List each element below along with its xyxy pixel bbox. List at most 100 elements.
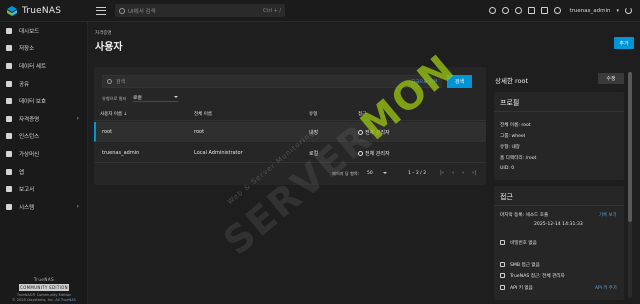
truenas-access-icon: [500, 273, 505, 278]
detail-title: 상세한 root: [495, 77, 529, 85]
table-row[interactable]: root root 내장 전체 관리자: [94, 122, 486, 142]
first-page-icon[interactable]: |‹: [440, 170, 444, 176]
search-icon: [107, 79, 112, 84]
history-link[interactable]: 기록 보기: [599, 212, 617, 218]
sidebar-item-label: 공유: [19, 81, 30, 88]
search-shortcut: Ctrl + /: [263, 7, 281, 14]
sidebar-item[interactable]: 저장소: [0, 40, 87, 58]
column-full-name[interactable]: 전체 이름: [194, 111, 212, 117]
sidebar-nav: 대시보드저장소데이터 세트공유데이터 보호자격증명 › 인스턴스가상머신 앱보고서시스…: [0, 22, 87, 216]
profile-group: 그룹: wheel: [500, 134, 526, 139]
edit-button[interactable]: 수정: [598, 73, 624, 84]
sidebar-item-label: 시스템: [19, 204, 35, 211]
sidebar-item[interactable]: 공유: [0, 75, 87, 93]
footer-copyright: © 2025 iXsystems, Inc. All TrueNAS: [0, 298, 88, 302]
sidebar-item[interactable]: 데이터 보호: [0, 92, 87, 110]
add-user-button[interactable]: 추가: [614, 37, 634, 49]
add-api-key-link[interactable]: API 키 추가: [595, 285, 617, 291]
cell-type: 로컬: [309, 151, 319, 157]
profile-full-name: 전체 이름: root: [500, 123, 531, 128]
sidebar-item-label: 보고서: [19, 187, 35, 194]
last-page-icon[interactable]: ›|: [472, 170, 476, 176]
type-filter-select[interactable]: 로컬: [133, 93, 178, 102]
user-avatar-icon[interactable]: [554, 7, 562, 14]
access-heading: 접근: [494, 186, 624, 206]
power-icon[interactable]: [625, 7, 632, 14]
brand[interactable]: TrueNAS: [0, 5, 88, 17]
shield-icon: [358, 130, 363, 135]
users-search-input[interactable]: 검색: [102, 75, 442, 88]
datasets-icon: [6, 62, 12, 69]
truenas-logo-icon: [6, 5, 18, 17]
paginator: 페이지 당 항목: 50 1 – 2 / 2 |‹ ‹ › ›|: [94, 167, 486, 181]
reports-icon: [6, 186, 12, 193]
search-icon: [119, 7, 125, 14]
users-panel: 검색 고급으로 전환 검색 유형으로 필터 로컬 사용자 이름 ↓ 전체 이름 …: [94, 67, 486, 185]
instances-icon: [6, 133, 12, 140]
shield-icon: [358, 151, 363, 156]
updates-icon[interactable]: [528, 7, 536, 14]
next-page-icon[interactable]: ›: [462, 170, 464, 176]
page-size-select[interactable]: 50: [367, 171, 373, 176]
copyright-text: © 2025 iXsystems, Inc. All: [12, 298, 60, 302]
tasks-icon[interactable]: [515, 7, 523, 14]
cell-full-name: Local Administrator: [194, 150, 243, 156]
vm-icon: [6, 150, 12, 157]
smb-icon: [500, 262, 505, 267]
shares-icon: [6, 80, 12, 87]
scroll-thumb[interactable]: [628, 72, 632, 222]
chevron-right-icon: ›: [76, 115, 79, 123]
user-menu[interactable]: truenas_admin: [569, 8, 610, 14]
notifications-icon[interactable]: [541, 7, 549, 14]
chevron-down-icon[interactable]: ▾: [616, 8, 619, 14]
column-type[interactable]: 유형: [309, 111, 317, 117]
profile-home: 홈 디렉터리: /root: [500, 156, 537, 161]
page-range: 1 – 2 / 2: [408, 171, 427, 176]
jobs-icon[interactable]: [489, 7, 497, 14]
detail-scrollbar[interactable]: [628, 72, 632, 298]
sidebar-item-label: 대시보드: [19, 28, 40, 35]
profile-uid: UID: 0: [500, 166, 515, 171]
api-key-icon: [500, 285, 505, 290]
profile-type: 유형: 내장: [500, 145, 520, 150]
search-button[interactable]: 검색: [447, 75, 472, 88]
sidebar-item-label: 데이터 세트: [19, 63, 47, 70]
menu-toggle-icon[interactable]: [96, 6, 106, 16]
column-username[interactable]: 사용자 이름 ↓: [100, 111, 127, 117]
sidebar-item-label: 데이터 보호: [19, 99, 47, 106]
cell-access-text: 전체 관리자: [365, 151, 390, 157]
sidebar-item[interactable]: 데이터 세트: [0, 57, 87, 75]
apps-icon: [6, 168, 12, 175]
prev-page-icon[interactable]: ‹: [452, 170, 454, 176]
profile-heading: 프로필: [494, 92, 624, 112]
column-access[interactable]: 접근: [358, 111, 366, 117]
sidebar-item[interactable]: 앱: [0, 163, 87, 181]
alerts-icon[interactable]: [502, 7, 510, 14]
sidebar-item-label: 인스턴스: [19, 134, 40, 141]
copyright-link[interactable]: TrueNAS: [61, 298, 76, 302]
caret-down-icon[interactable]: [383, 172, 387, 174]
profile-card: 프로필 전체 이름: root 그룹: wheel 유형: 내장 홈 디렉터리:…: [494, 92, 624, 180]
sidebar-item[interactable]: 인스턴스: [0, 128, 87, 146]
sidebar-item[interactable]: 시스템 ›: [0, 198, 87, 216]
advanced-search-link[interactable]: 고급으로 전환: [411, 79, 437, 85]
sidebar: 대시보드저장소데이터 세트공유데이터 보호자격증명 › 인스턴스가상머신 앱보고서시스…: [0, 22, 88, 304]
breadcrumb[interactable]: 자격증명: [95, 30, 112, 36]
cell-username: root: [102, 129, 113, 135]
chevron-right-icon: ›: [76, 203, 79, 211]
credentials-icon: [6, 115, 12, 122]
cell-access-text: 전체 관리자: [365, 130, 390, 136]
access-card: 접근 마지막 등록: 세소드 호출 기록 보기 2025-12-14 14:31…: [494, 186, 624, 300]
caret-down-icon: [174, 96, 178, 98]
sidebar-item[interactable]: 가상머신: [0, 145, 87, 163]
users-search-placeholder: 검색: [116, 79, 126, 85]
smb-status: SMB 접근 없음: [510, 263, 540, 268]
key-icon: [500, 240, 505, 245]
footer-version: TrueNAS® Community Edition: [16, 293, 72, 297]
sidebar-item[interactable]: 보고서: [0, 180, 87, 198]
items-per-page-label: 페이지 당 항목:: [332, 171, 360, 176]
dashboard-icon: [6, 27, 12, 34]
sidebar-item[interactable]: 자격증명 ›: [0, 110, 87, 128]
sidebar-item[interactable]: 대시보드: [0, 22, 87, 40]
global-search-input[interactable]: UI에서 검색 Ctrl + /: [115, 4, 285, 17]
